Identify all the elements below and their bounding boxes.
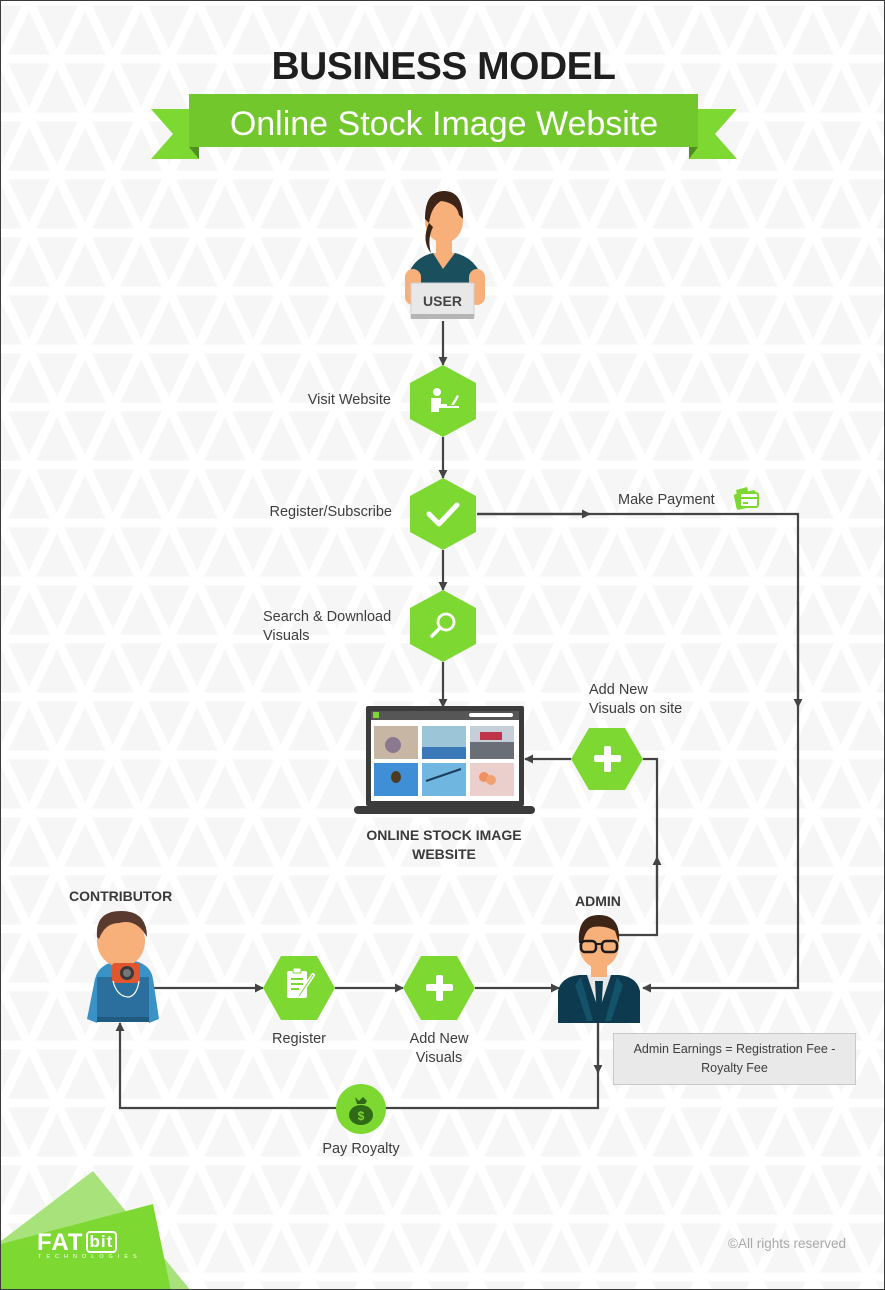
search-download-label: Search & Download Visuals: [263, 608, 413, 646]
search-download-node: [410, 590, 476, 662]
add-visuals-on-site-line1: Add New: [589, 682, 648, 698]
pay-royalty-node: $: [336, 1084, 386, 1134]
camera-icon: [373, 712, 379, 718]
visit-website-label: Visit Website: [307, 392, 391, 408]
website-label-line2: WEBSITE: [412, 846, 476, 862]
logo-tagline: TECHNOLOGIES: [38, 1254, 142, 1260]
website-label-line1: ONLINE STOCK IMAGE: [366, 827, 522, 843]
diagram-canvas: $: [1, 94, 803, 1289]
logo-bit-text: bit: [85, 1231, 118, 1253]
svg-text:$: $: [358, 1109, 365, 1123]
contributor-add-visuals-line2: Visuals: [415, 1050, 463, 1066]
admin-earnings-line2: Royalty Fee: [701, 1061, 768, 1075]
user-label: USER: [423, 293, 462, 309]
contributor-label: CONTRIBUTOR: [69, 888, 173, 904]
fatbit-logo: FAT bit: [37, 1229, 118, 1257]
contributor-register-label: Register: [272, 1031, 326, 1047]
admin-earnings-note: Admin Earnings = Registration Fee - Roya…: [613, 1033, 856, 1085]
contributor-add-visuals-node: [403, 956, 475, 1020]
admin-earnings-line1: Admin Earnings = Registration Fee -: [633, 1042, 836, 1056]
copyright-text: ©All rights reserved: [728, 1236, 846, 1251]
website-laptop: [354, 706, 535, 814]
page-subtitle: Online Stock Image Website: [229, 105, 659, 143]
register-subscribe-node: [410, 478, 476, 550]
contributor-register-node: [263, 956, 335, 1020]
admin-label: ADMIN: [575, 893, 621, 909]
page-title: BUSINESS MODEL: [271, 45, 616, 88]
make-payment-label: Make Payment: [618, 492, 715, 508]
contributor-avatar: [87, 911, 159, 1023]
search-download-label-line2: Visuals: [263, 628, 310, 644]
add-visuals-on-site-line2: Visuals on site: [589, 701, 683, 717]
search-download-label-line1: Search & Download: [263, 609, 392, 625]
visit-website-node: [410, 365, 476, 437]
credit-card-icon: [733, 487, 759, 510]
site-search-bar: [469, 713, 513, 717]
contributor-add-visuals-line1: Add New: [409, 1031, 469, 1047]
add-visuals-on-site-node: [571, 728, 643, 790]
logo-fat-text: FAT: [37, 1229, 84, 1256]
register-subscribe-label: Register/Subscribe: [269, 504, 393, 520]
admin-avatar: [558, 915, 640, 1023]
add-visuals-on-site-label: Add New Visuals on site: [589, 681, 729, 719]
pay-royalty-label: Pay Royalty: [322, 1141, 400, 1157]
infographic: $ BUSINESS MODEL Online Stock Image Webs…: [0, 0, 885, 1290]
contributor-add-visuals-label: Add New Visuals: [389, 1030, 489, 1068]
website-label: ONLINE STOCK IMAGE WEBSITE: [344, 826, 544, 864]
